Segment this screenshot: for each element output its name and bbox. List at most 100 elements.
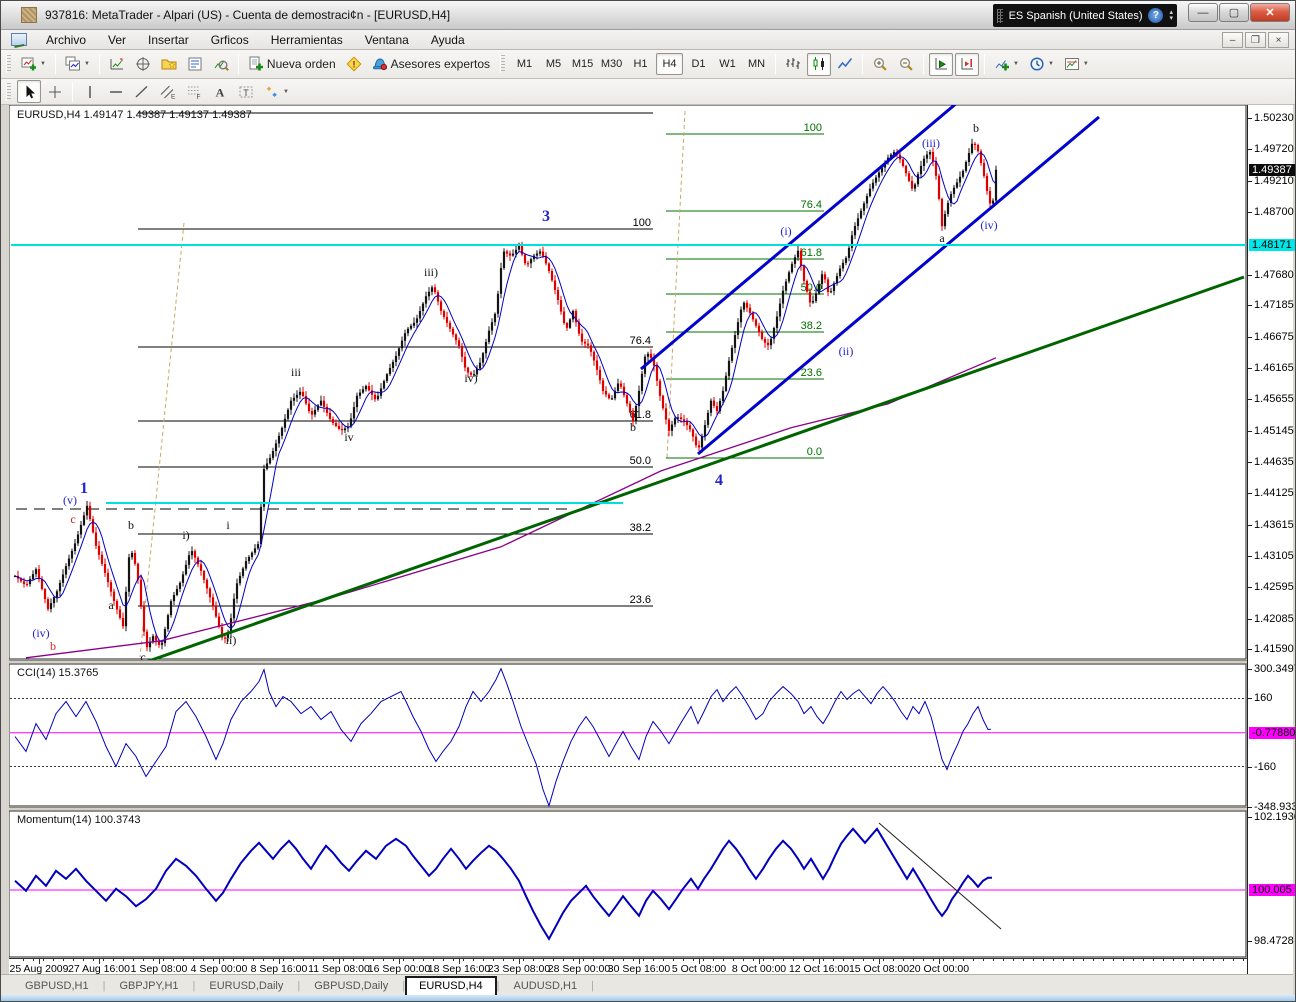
zoom-in-button[interactable]: [868, 53, 892, 76]
chart-window-icon[interactable]: [11, 33, 27, 46]
trendline-button[interactable]: [130, 80, 154, 103]
alert-button[interactable]: !: [342, 53, 366, 76]
language-help-icon[interactable]: ?: [1148, 8, 1163, 23]
timeframe-m15-button[interactable]: M15: [569, 53, 596, 75]
toolbar-grip[interactable]: [6, 83, 11, 101]
child-restore-button[interactable]: ❐: [1245, 32, 1266, 48]
price-scale[interactable]: 1.502301.497201.492101.487001.476801.471…: [1247, 105, 1293, 974]
timeframe-h1-button[interactable]: H1: [627, 53, 654, 75]
time-minor-tick: [23, 959, 24, 961]
chart-tab-bar: GBPUSD,H1|GBPJPY,H1|EURUSD,Daily|GBPUSD,…: [1, 974, 1293, 995]
child-close-button[interactable]: ×: [1268, 32, 1289, 48]
close-button[interactable]: ✕: [1250, 3, 1290, 22]
periods-button[interactable]: ▼: [1025, 53, 1058, 76]
equidistant-channel-button[interactable]: E: [156, 80, 180, 103]
language-options-icon[interactable]: ▴▾: [1169, 10, 1173, 22]
dropdown-caret-icon[interactable]: ▼: [1048, 61, 1054, 67]
line-chart-button[interactable]: [833, 53, 857, 76]
chart-shift-button[interactable]: [955, 53, 979, 76]
maximize-button[interactable]: ▢: [1219, 3, 1249, 22]
indicators-button[interactable]: ▼: [990, 53, 1023, 76]
chart-tab-gbpusd-daily[interactable]: GBPUSD,Daily: [300, 976, 402, 996]
text-button[interactable]: A: [208, 80, 232, 103]
chart-tab-audusd-h1[interactable]: AUDUSD,H1: [500, 976, 592, 996]
timeframe-m1-button[interactable]: M1: [511, 53, 538, 75]
profiles-button[interactable]: ▼: [61, 53, 94, 76]
dropdown-caret-icon[interactable]: ▼: [84, 61, 90, 67]
dropdown-caret-icon[interactable]: ▼: [1013, 61, 1019, 67]
svg-text:a: a: [939, 231, 945, 245]
auto-scroll-button[interactable]: [929, 53, 953, 76]
crosshair-button[interactable]: [43, 80, 67, 103]
toolbar-grip[interactable]: [6, 55, 11, 73]
market-watch-button[interactable]: [105, 53, 129, 76]
vertical-line-button[interactable]: [78, 80, 102, 103]
chart-tab-gbpusd-h1[interactable]: GBPUSD,H1: [11, 976, 103, 996]
time-minor-tick: [823, 959, 824, 961]
main-menu: ArchivoVerInsertarGrficosHerramientasVen…: [35, 31, 476, 49]
scale-tick-mark: [1248, 431, 1252, 432]
minimize-button[interactable]: —: [1188, 3, 1218, 22]
language-bar[interactable]: ES Spanish (United States) ? ▴▾: [993, 4, 1177, 27]
navigator-button[interactable]: [157, 53, 181, 76]
chart-tab-gbpjpy-h1[interactable]: GBPJPY,H1: [105, 976, 192, 996]
text-label-button[interactable]: T: [234, 80, 258, 103]
zoom-in-icon: [872, 56, 888, 72]
time-minor-tick: [1243, 959, 1244, 961]
price-chart-panel[interactable]: EURUSD,H4 1.49147 1.49387 1.49137 1.4938…: [9, 105, 1247, 660]
chart-tab-eurusd-daily[interactable]: EURUSD,Daily: [195, 976, 297, 996]
momentum-indicator-panel[interactable]: Momentum(14) 100.3743: [9, 811, 1247, 958]
menu-ayuda[interactable]: Ayuda: [420, 31, 476, 49]
time-minor-tick: [343, 959, 344, 961]
scale-tick-label: 1.47680: [1254, 269, 1294, 281]
dropdown-caret-icon[interactable]: ▼: [40, 61, 46, 67]
menu-ventana[interactable]: Ventana: [354, 31, 420, 49]
title-bar[interactable]: 937816: MetaTrader - Alpari (US) - Cuent…: [1, 1, 1295, 30]
menu-archivo[interactable]: Archivo: [35, 31, 97, 49]
scale-tick-label: 1.49210: [1254, 175, 1294, 187]
data-window-button[interactable]: [131, 53, 155, 76]
candlestick-chart-button[interactable]: [807, 53, 831, 76]
timeframe-h4-button[interactable]: H4: [656, 53, 683, 75]
timeframe-m30-button[interactable]: M30: [598, 53, 625, 75]
time-minor-tick: [53, 959, 54, 961]
time-minor-tick: [443, 959, 444, 961]
dropdown-caret-icon[interactable]: ▼: [1083, 61, 1089, 67]
timeframe-mn-button[interactable]: MN: [743, 53, 770, 75]
menu-insertar[interactable]: Insertar: [137, 31, 200, 49]
bar-chart-button[interactable]: [781, 53, 805, 76]
time-minor-tick: [963, 959, 964, 961]
new-order-button[interactable]: Nueva orden: [244, 53, 340, 76]
chart-tab-eurusd-h4[interactable]: EURUSD,H4: [405, 976, 497, 996]
menu-grficos[interactable]: Grficos: [200, 31, 260, 49]
toolbar-separator: [923, 54, 924, 74]
menu-ver[interactable]: Ver: [97, 31, 137, 49]
scale-tick-mark: [1248, 337, 1252, 338]
timeframe-d1-button[interactable]: D1: [685, 53, 712, 75]
timeframe-w1-button[interactable]: W1: [714, 53, 741, 75]
strategy-tester-button[interactable]: [209, 53, 233, 76]
dropdown-caret-icon[interactable]: ▼: [283, 89, 289, 95]
cci-indicator-panel[interactable]: CCI(14) 15.3765: [9, 664, 1247, 807]
templates-button[interactable]: ▼: [1060, 53, 1093, 76]
toolbar-grip[interactable]: [500, 55, 505, 73]
svg-text:ii): ii): [226, 633, 237, 647]
child-minimize-button[interactable]: –: [1222, 32, 1243, 48]
new-chart-button[interactable]: ▼: [17, 53, 50, 76]
time-minor-tick: [1083, 959, 1084, 961]
timeframe-m5-button[interactable]: M5: [540, 53, 567, 75]
time-minor-tick: [703, 959, 704, 961]
menu-herramientas[interactable]: Herramientas: [260, 31, 354, 49]
arrows-button[interactable]: ▼: [260, 80, 293, 103]
time-minor-tick: [1193, 959, 1194, 961]
scale-tick-mark: [1248, 619, 1252, 620]
time-minor-tick: [503, 959, 504, 961]
expert-advisors-button[interactable]: Asesores expertos: [368, 53, 494, 76]
language-bar-grip[interactable]: [997, 9, 1003, 23]
terminal-button[interactable]: [183, 53, 207, 76]
drawing-toolbar: EFAT ▼: [1, 79, 1295, 105]
horizontal-line-button[interactable]: [104, 80, 128, 103]
fibonacci-button[interactable]: F: [182, 80, 206, 103]
zoom-out-button[interactable]: [894, 53, 918, 76]
cursor-button[interactable]: [17, 80, 41, 103]
